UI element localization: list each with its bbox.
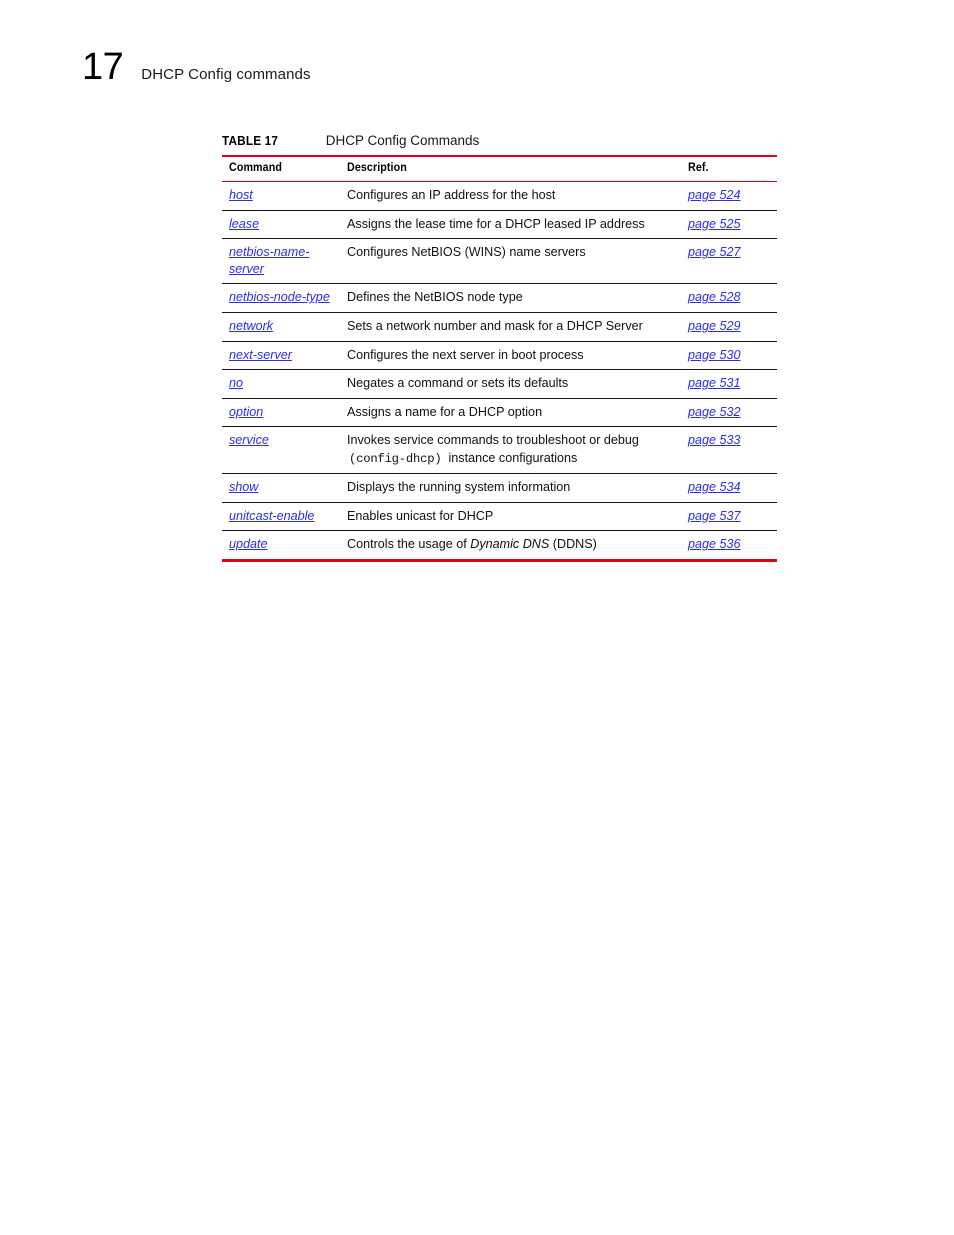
command-cell: unitcast-enable <box>222 502 347 532</box>
description-cell: Negates a command or sets its defaults <box>347 369 688 399</box>
description-cell: Invokes service commands to troubleshoot… <box>347 426 688 475</box>
description-cell: Configures NetBIOS (WINS) name servers <box>347 238 688 285</box>
ref-cell: page 531 <box>688 369 777 399</box>
command-link[interactable]: no <box>229 376 243 390</box>
command-cell: netbios-node-type <box>222 283 347 314</box>
page-ref-link[interactable]: page 529 <box>688 319 741 333</box>
table-row: update Controls the usage of Dynamic DNS… <box>222 530 777 562</box>
ref-cell: page 525 <box>688 210 777 240</box>
command-link[interactable]: update <box>229 537 268 551</box>
description-line-2: (config-dhcp) instance configurations <box>347 450 678 467</box>
page-ref-link[interactable]: page 532 <box>688 405 741 419</box>
command-cell: next-server <box>222 341 347 371</box>
column-header-description: Description <box>347 155 688 182</box>
command-cell: no <box>222 369 347 399</box>
description-cell: Enables unicast for DHCP <box>347 502 688 532</box>
description-cell: Assigns the lease time for a DHCP leased… <box>347 210 688 240</box>
ref-cell: page 530 <box>688 341 777 371</box>
command-link[interactable]: lease <box>229 217 259 231</box>
description-cell: Assigns a name for a DHCP option <box>347 398 688 428</box>
description-cell: Configures an IP address for the host <box>347 181 688 211</box>
column-header-ref-label: Ref. <box>688 162 709 174</box>
ref-cell: page 529 <box>688 312 777 342</box>
mono-paren-close: ) <box>434 452 442 467</box>
ref-cell: page 537 <box>688 502 777 532</box>
table-caption: TABLE 17 DHCP Config Commands <box>222 133 777 148</box>
command-link[interactable]: netbios-name-server <box>229 245 310 276</box>
column-header-command-label: Command <box>229 162 282 174</box>
description-cell: Displays the running system information <box>347 473 688 503</box>
ref-cell: page 524 <box>688 181 777 211</box>
description-cell: Sets a network number and mask for a DHC… <box>347 312 688 342</box>
description-prefix: Controls the usage of <box>347 537 471 552</box>
ref-cell: page 534 <box>688 473 777 503</box>
description-italic-term: Dynamic DNS <box>470 537 550 552</box>
column-header-ref: Ref. <box>688 155 777 182</box>
table-body: host Configures an IP address for the ho… <box>222 181 777 562</box>
description-suffix: (DDNS) <box>549 537 597 552</box>
chapter-title: DHCP Config commands <box>141 66 311 83</box>
table-row: netbios-node-type Defines the NetBIOS no… <box>222 283 777 314</box>
column-header-command: Command <box>222 155 347 182</box>
page-ref-link[interactable]: page 536 <box>688 537 741 551</box>
command-cell: network <box>222 312 347 342</box>
table-row: option Assigns a name for a DHCP option … <box>222 398 777 428</box>
table-header-row: Command Description Ref. <box>222 155 777 182</box>
page-ref-link[interactable]: page 537 <box>688 509 741 523</box>
command-link[interactable]: unitcast-enable <box>229 509 314 523</box>
description-cell: Defines the NetBIOS node type <box>347 283 688 314</box>
command-cell: host <box>222 181 347 211</box>
table-caption-text: DHCP Config Commands <box>325 133 480 148</box>
ref-cell: page 533 <box>688 426 777 475</box>
table-row: lease Assigns the lease time for a DHCP … <box>222 210 777 240</box>
ref-cell: page 536 <box>688 530 777 562</box>
command-cell: update <box>222 530 347 562</box>
page-ref-link[interactable]: page 528 <box>688 290 741 304</box>
table-row: next-server Configures the next server i… <box>222 341 777 371</box>
description-line-1: Invokes service commands to troubleshoot… <box>347 433 639 448</box>
ref-cell: page 532 <box>688 398 777 428</box>
page-ref-link[interactable]: page 525 <box>688 217 741 231</box>
ref-cell: page 527 <box>688 238 777 285</box>
page-ref-link[interactable]: page 534 <box>688 480 741 494</box>
page-running-head: 17 DHCP Config commands <box>82 48 311 86</box>
command-link[interactable]: next-server <box>229 348 292 362</box>
command-link[interactable]: host <box>229 188 253 202</box>
command-cell: option <box>222 398 347 428</box>
mono-token: (config-dhcp <box>349 452 435 467</box>
table-row: host Configures an IP address for the ho… <box>222 181 777 211</box>
command-link[interactable]: netbios-node-type <box>229 290 330 304</box>
page-ref-link[interactable]: page 531 <box>688 376 741 390</box>
commands-table: Command Description Ref. host Configures… <box>222 155 777 562</box>
page-ref-link[interactable]: page 533 <box>688 433 741 447</box>
page-ref-link[interactable]: page 527 <box>688 245 741 259</box>
column-header-description-label: Description <box>347 162 407 174</box>
table-row: netbios-name-server Configures NetBIOS (… <box>222 238 777 285</box>
command-link[interactable]: option <box>229 405 263 419</box>
command-cell: netbios-name-server <box>222 238 347 285</box>
description-cell: Configures the next server in boot proce… <box>347 341 688 371</box>
dhcp-config-commands-table-block: TABLE 17 DHCP Config Commands Command De… <box>222 133 777 562</box>
table-row: unitcast-enable Enables unicast for DHCP… <box>222 502 777 532</box>
page-ref-link[interactable]: page 524 <box>688 188 741 202</box>
command-link[interactable]: service <box>229 433 269 447</box>
command-cell: lease <box>222 210 347 240</box>
table-row: network Sets a network number and mask f… <box>222 312 777 342</box>
description-line-2-tail: instance configurations <box>448 451 578 466</box>
table-row: show Displays the running system informa… <box>222 473 777 503</box>
command-link[interactable]: network <box>229 319 273 333</box>
ref-cell: page 528 <box>688 283 777 314</box>
command-cell: show <box>222 473 347 503</box>
description-cell: Controls the usage of Dynamic DNS (DDNS) <box>347 530 688 562</box>
chapter-number: 17 <box>82 46 124 88</box>
page-ref-link[interactable]: page 530 <box>688 348 741 362</box>
table-caption-label: TABLE 17 <box>222 134 279 148</box>
table-head: Command Description Ref. <box>222 155 777 182</box>
command-link[interactable]: show <box>229 480 258 494</box>
table-row: no Negates a command or sets its default… <box>222 369 777 399</box>
table-row: service Invokes service commands to trou… <box>222 426 777 475</box>
command-cell: service <box>222 426 347 475</box>
